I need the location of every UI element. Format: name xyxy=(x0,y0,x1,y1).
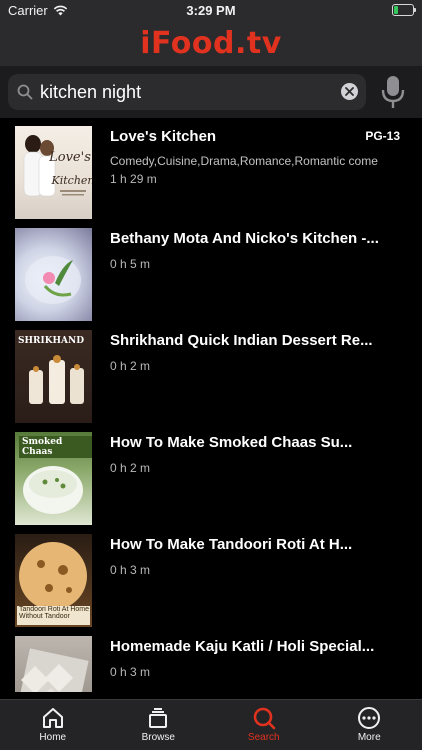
item-title: Homemade Kaju Katli / Holi Special... xyxy=(110,638,375,655)
list-item[interactable]: Smoked Chaas How To Make Smoked Chaas Su… xyxy=(0,432,422,534)
item-info: Homemade Kaju Katli / Holi Special... 0 … xyxy=(110,638,400,692)
item-duration: 0 h 5 m xyxy=(110,257,151,271)
thumbnail xyxy=(15,228,92,321)
list-item[interactable]: Tandoori Roti At Home Without Tandoor Ho… xyxy=(0,534,422,636)
microphone-icon[interactable] xyxy=(378,74,408,110)
item-title: Love's Kitchen xyxy=(110,128,217,145)
item-title: How To Make Tandoori Roti At H... xyxy=(110,536,353,553)
item-title: Shrikhand Quick Indian Dessert Re... xyxy=(110,332,373,349)
results-list: Love's Kitchen Love's Kitchen PG-13 Come… xyxy=(0,118,422,692)
thumbnail: Love's Kitchen xyxy=(15,126,92,219)
tab-search[interactable]: Search xyxy=(211,700,317,750)
list-item[interactable]: Love's Kitchen Love's Kitchen PG-13 Come… xyxy=(0,126,422,228)
tab-label: Search xyxy=(247,732,280,743)
item-duration: 1 h 29 m xyxy=(110,172,157,186)
thumbnail: SHRIKHAND xyxy=(15,330,92,423)
item-info: Shrikhand Quick Indian Dessert Re... 0 h… xyxy=(110,332,400,432)
browse-icon xyxy=(149,708,168,728)
app-header: iFood.tv xyxy=(0,22,422,66)
item-title: How To Make Smoked Chaas Su... xyxy=(110,434,353,451)
list-item[interactable]: SHRIKHAND Shrikhand Quick Indian Dessert… xyxy=(0,330,422,432)
list-item[interactable]: Bethany Mota And Nicko's Kitchen -... 0 … xyxy=(0,228,422,330)
tab-more[interactable]: More xyxy=(317,700,422,750)
svg-text:Kitchen: Kitchen xyxy=(51,174,93,187)
tab-label: Browse xyxy=(141,732,175,743)
search-input[interactable] xyxy=(40,81,330,103)
svg-text:Love's: Love's xyxy=(48,150,91,165)
tab-label: More xyxy=(357,732,381,743)
clear-search-icon[interactable] xyxy=(341,83,358,100)
status-bar: Carrier 3:29 PM xyxy=(0,0,422,22)
thumbnail: Smoked Chaas xyxy=(15,432,92,525)
thumbnail xyxy=(15,636,92,692)
tab-browse[interactable]: Browse xyxy=(106,700,212,750)
thumbnail-caption: Tandoori Roti At Home Without Tandoor xyxy=(19,605,90,621)
tab-label: Home xyxy=(39,732,67,743)
search-icon xyxy=(16,83,34,101)
item-info: How To Make Tandoori Roti At H... 0 h 3 … xyxy=(110,536,400,636)
status-right xyxy=(392,4,416,16)
app-logo: iFood.tv xyxy=(140,26,282,61)
search-icon xyxy=(253,707,276,730)
more-icon xyxy=(358,707,381,729)
item-duration: 0 h 3 m xyxy=(110,563,151,577)
item-info: Bethany Mota And Nicko's Kitchen -... 0 … xyxy=(110,230,400,330)
thumbnail: Tandoori Roti At Home Without Tandoor xyxy=(15,534,92,627)
item-genres: Comedy,Cuisine,Drama,Romance,Romantic co… xyxy=(110,154,378,168)
item-duration: 0 h 2 m xyxy=(110,359,151,373)
status-time: 3:29 PM xyxy=(186,3,236,18)
battery-icon xyxy=(392,4,416,16)
home-icon xyxy=(42,708,63,728)
item-duration: 0 h 2 m xyxy=(110,461,151,475)
tab-home[interactable]: Home xyxy=(0,700,106,750)
item-title: Bethany Mota And Nicko's Kitchen -... xyxy=(110,230,379,247)
item-duration: 0 h 3 m xyxy=(110,665,151,679)
search-box[interactable] xyxy=(8,74,366,110)
search-area xyxy=(0,66,422,118)
tab-bar: Home Browse Search More xyxy=(0,699,422,750)
list-item[interactable]: Homemade Kaju Katli / Holi Special... 0 … xyxy=(0,636,422,692)
item-info: Love's Kitchen PG-13 Comedy,Cuisine,Dram… xyxy=(110,128,400,228)
item-info: How To Make Smoked Chaas Su... 0 h 2 m xyxy=(110,434,400,534)
rating-badge: PG-13 xyxy=(365,129,400,143)
